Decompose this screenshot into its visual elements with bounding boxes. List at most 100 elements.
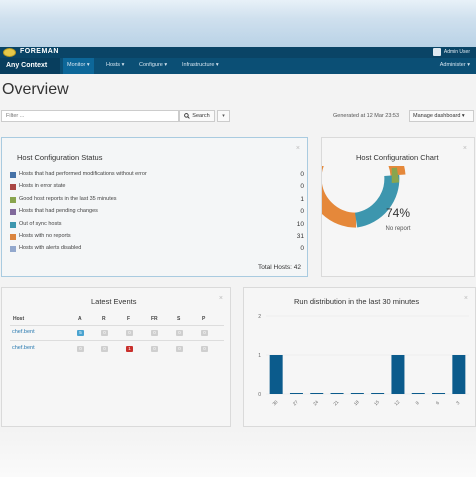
total-hosts: Total Hosts: 42 (258, 264, 301, 271)
bottom-blur-area (0, 430, 476, 477)
foreman-logo-icon (3, 48, 16, 57)
close-icon[interactable]: × (296, 145, 300, 152)
failed-restarts-badge: 0 (151, 330, 158, 336)
event-host-link[interactable]: chef.bent (12, 329, 35, 335)
status-row[interactable]: Hosts that had pending changes 0 (10, 208, 304, 218)
chevron-down-icon: ▾ (222, 113, 225, 119)
status-count: 0 (300, 171, 304, 178)
run-bar[interactable] (432, 393, 446, 394)
x-tick-label: 3 (455, 400, 461, 406)
pending-badge: 0 (201, 346, 208, 352)
status-row[interactable]: Hosts with alerts disabled 0 (10, 245, 304, 255)
status-label: Good host reports in the last 35 minutes (19, 196, 117, 202)
status-row[interactable]: Hosts in error state 0 (10, 183, 304, 193)
user-menu[interactable]: Admin User (432, 48, 470, 56)
top-navbar: FOREMAN Admin User Any Context Monitor ▾… (0, 47, 476, 74)
legend-swatch (10, 222, 16, 228)
table-divider (10, 325, 224, 326)
status-count: 0 (300, 183, 304, 190)
close-icon[interactable]: × (463, 145, 467, 152)
legend-swatch (10, 197, 16, 203)
status-row[interactable]: Out of sync hosts 10 (10, 221, 304, 231)
x-tick-label: 9 (415, 400, 421, 406)
search-options-button[interactable]: ▾ (217, 110, 230, 122)
failed-badge: 0 (126, 330, 133, 336)
top-blur-area (0, 0, 476, 47)
status-label: Hosts with alerts disabled (19, 245, 82, 251)
x-tick-label: 6 (435, 400, 441, 406)
restarted-badge: 0 (101, 330, 108, 336)
donut-center-percent: 74% (386, 206, 410, 220)
menu-monitor[interactable]: Monitor ▾ (63, 58, 94, 74)
run-bar[interactable] (371, 393, 385, 394)
run-bar[interactable] (330, 393, 344, 394)
run-bar[interactable] (310, 393, 324, 394)
close-icon[interactable]: × (219, 295, 223, 302)
column-header-pending[interactable]: P (202, 316, 205, 322)
menu-infrastructure[interactable]: Infrastructure ▾ (182, 62, 219, 68)
close-icon[interactable]: × (464, 295, 468, 302)
menu-configure[interactable]: Configure ▾ (139, 62, 167, 68)
widget-title: Run distribution in the last 30 minutes (294, 297, 420, 306)
table-divider (10, 340, 224, 341)
skipped-badge: 0 (176, 346, 183, 352)
x-tick-label: 21 (332, 399, 339, 406)
search-icon (184, 113, 190, 119)
page-title: Overview (2, 81, 69, 98)
skipped-badge: 0 (176, 330, 183, 336)
menu-administer[interactable]: Administer ▾ (440, 62, 470, 68)
status-label: Hosts that had performed modifications w… (19, 171, 147, 177)
legend-swatch (10, 209, 16, 215)
x-tick-label: 24 (312, 399, 319, 406)
event-host-link[interactable]: chef.bent (12, 345, 35, 351)
status-label: Hosts with no reports (19, 233, 71, 239)
brand-name: FOREMAN (20, 48, 59, 55)
status-row[interactable]: Hosts that had performed modifications w… (10, 171, 304, 181)
run-distribution-widget: Run distribution in the last 30 minutes … (243, 287, 476, 427)
context-selector[interactable]: Any Context (0, 58, 60, 74)
run-bar[interactable] (411, 393, 425, 394)
legend-swatch (10, 184, 16, 190)
search-button-label: Search (192, 113, 210, 119)
status-row[interactable]: Hosts with no reports 31 (10, 233, 304, 243)
legend-swatch (10, 172, 16, 178)
run-bar[interactable] (391, 355, 405, 394)
column-header-failed-restarts[interactable]: FR (151, 316, 158, 322)
main-menu: Any Context Monitor ▾ Hosts ▾ Configure … (0, 58, 476, 74)
x-tick-label: 27 (292, 399, 299, 406)
run-bar[interactable] (350, 393, 364, 394)
column-header-skipped[interactable]: S (177, 316, 180, 322)
run-bar[interactable] (289, 393, 303, 394)
host-config-chart-widget: Host Configuration Chart × 74% No report (321, 137, 475, 277)
latest-events-widget: Latest Events × Host A R F FR S P chef.b… (1, 287, 231, 427)
status-row[interactable]: Good host reports in the last 35 minutes… (10, 196, 304, 206)
failed-restarts-badge: 0 (151, 346, 158, 352)
status-label: Out of sync hosts (19, 221, 62, 227)
generated-at-text: Generated at 12 Mar 23:53 (333, 113, 400, 119)
search-button[interactable]: Search (179, 110, 215, 122)
y-tick-label: 2 (258, 314, 261, 320)
legend-swatch (10, 246, 16, 252)
column-header-restarted[interactable]: R (102, 316, 106, 322)
x-tick-label: 15 (373, 399, 380, 406)
legend-swatch (10, 234, 16, 240)
manage-dashboard-button[interactable]: Manage dashboard ▾ (409, 110, 474, 122)
filter-input[interactable] (1, 110, 179, 122)
brand-row: FOREMAN Admin User (0, 47, 476, 58)
column-header-failed[interactable]: F (127, 316, 130, 322)
status-count: 0 (300, 245, 304, 252)
host-config-status-widget: Host Configuration Status × Hosts that h… (1, 137, 308, 277)
column-header-host[interactable]: Host (13, 316, 24, 322)
run-distribution-chart: 01230 27 24 21 18 15 12 9 6 3 (258, 314, 469, 406)
menu-hosts[interactable]: Hosts ▾ (106, 62, 124, 68)
failed-badge: 1 (126, 346, 133, 352)
column-header-applied[interactable]: A (78, 316, 82, 322)
run-bar[interactable] (452, 355, 466, 394)
widget-title: Host Configuration Status (17, 153, 103, 162)
run-bar[interactable] (269, 355, 283, 394)
status-label: Hosts in error state (19, 183, 66, 189)
x-tick-label: 12 (393, 399, 400, 406)
status-label: Hosts that had pending changes (19, 208, 98, 214)
applied-badge: 0 (77, 346, 84, 352)
x-tick-label: 30 (272, 399, 279, 406)
